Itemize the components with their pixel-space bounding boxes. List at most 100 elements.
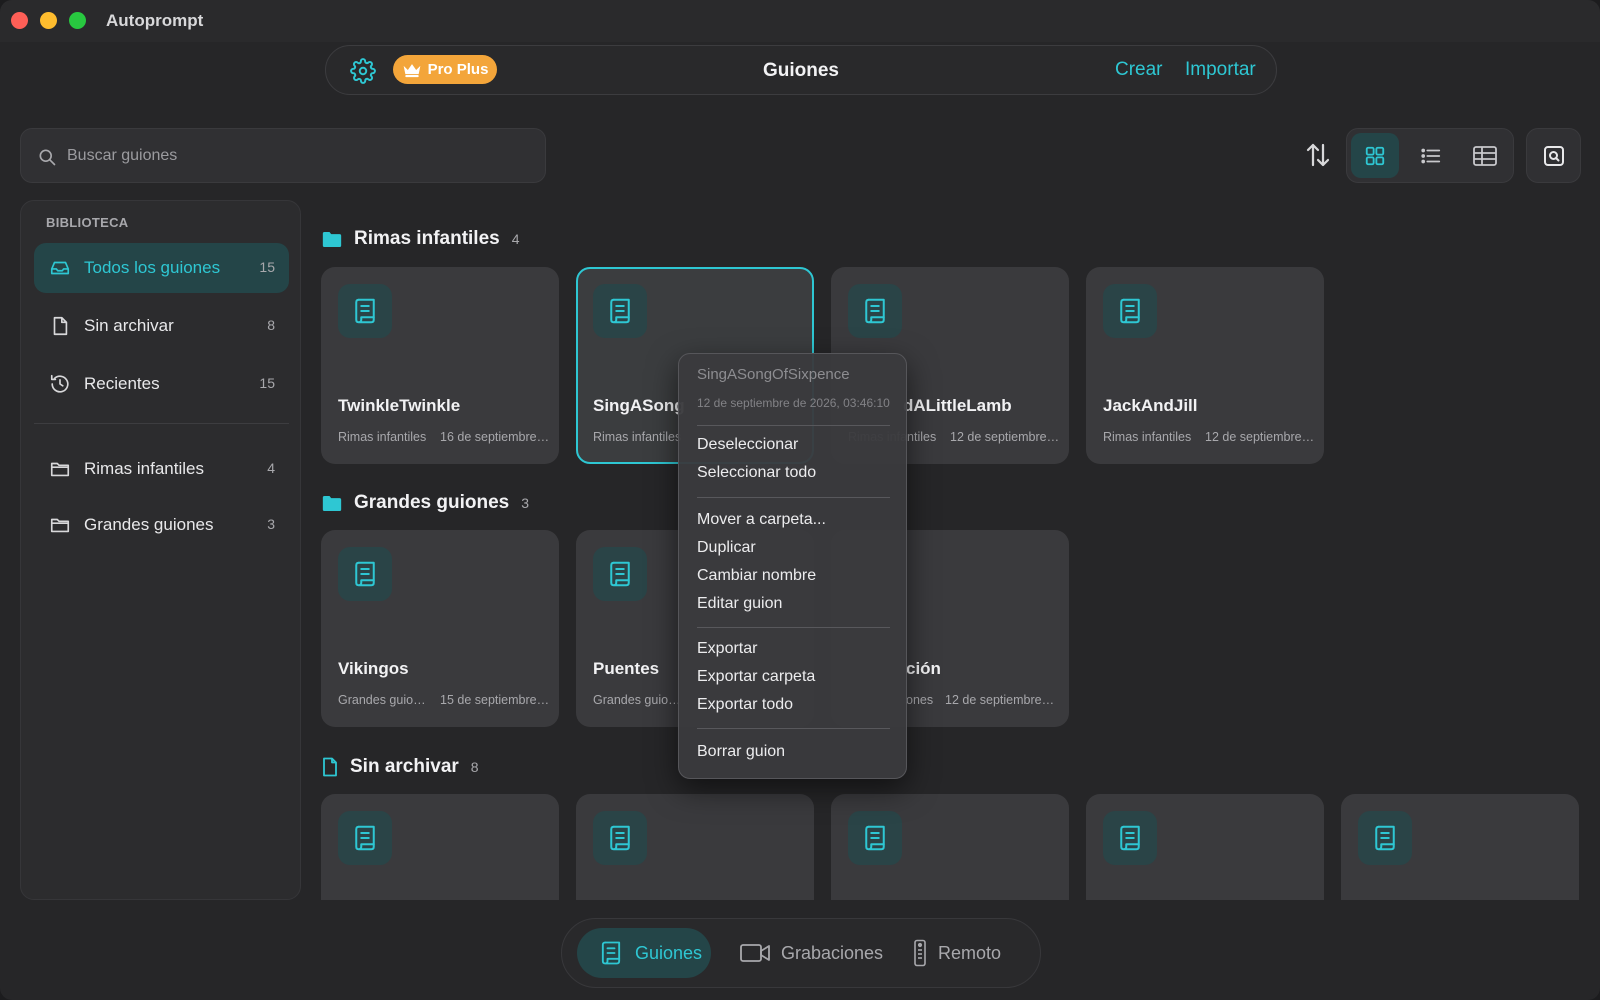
menu-item-edit-script[interactable]: Editar guion — [697, 595, 782, 613]
bottom-tab-bar: Guiones Grabaciones Remoto — [561, 918, 1041, 988]
folder-icon — [50, 462, 70, 477]
script-icon-box — [1103, 811, 1157, 865]
script-card[interactable] — [321, 794, 559, 900]
script-icon-box — [593, 547, 647, 601]
tab-label: Grabaciones — [781, 942, 884, 963]
folder-icon — [50, 518, 70, 533]
import-button[interactable]: Importar — [1185, 59, 1256, 81]
script-icon — [610, 298, 630, 324]
list-icon — [1421, 148, 1441, 163]
create-button[interactable]: Crear — [1115, 59, 1163, 81]
section-title: Grandes guiones — [354, 492, 510, 513]
card-folder: Rimas infantiles — [1103, 430, 1192, 444]
script-card[interactable] — [1086, 794, 1324, 900]
tab-scripts[interactable]: Guiones — [577, 928, 711, 978]
menu-item-export-folder[interactable]: Exportar carpeta — [697, 668, 815, 686]
script-icon-box — [338, 284, 392, 338]
window-title: Autoprompt — [106, 11, 204, 30]
card-title: ción — [906, 659, 941, 678]
quick-look-button[interactable] — [1526, 128, 1581, 183]
tab-remote[interactable]: Remoto — [912, 928, 1022, 978]
folder-icon — [322, 495, 342, 511]
card-title: JackAndJill — [1103, 396, 1198, 415]
menu-item-select-all[interactable]: Seleccionar todo — [697, 464, 816, 482]
card-folder: ones — [906, 693, 934, 707]
script-icon-box — [593, 811, 647, 865]
table-view-button[interactable] — [1461, 133, 1509, 178]
section-count: 4 — [511, 231, 520, 247]
sidebar-divider — [34, 423, 289, 424]
section-header-unfiled: Sin archivar 8 — [322, 756, 479, 778]
card-folder: Rimas infantiles — [338, 430, 427, 444]
sidebar-folder-nursery-rhymes[interactable]: Rimas infantiles 4 — [34, 444, 289, 494]
zoom-window-button[interactable] — [69, 12, 86, 29]
context-menu-title: SingASongOfSixpence — [697, 366, 850, 383]
sidebar-item-label: Sin archivar — [84, 316, 174, 335]
menu-item-export[interactable]: Exportar — [697, 640, 757, 658]
sidebar-item-all-scripts[interactable]: Todos los guiones 15 — [34, 243, 289, 293]
script-card[interactable]: TwinkleTwinkle Rimas infantiles 16 de se… — [321, 267, 559, 464]
section-count: 3 — [521, 495, 529, 511]
menu-item-rename[interactable]: Cambiar nombre — [697, 567, 816, 585]
grid-view-button[interactable] — [1351, 133, 1399, 178]
script-icon-box — [848, 284, 902, 338]
card-title: dALittleLamb — [903, 396, 1012, 415]
menu-item-deselect[interactable]: Deseleccionar — [697, 436, 798, 454]
context-menu-subtitle: 12 de septiembre de 2026, 03:46:10 — [697, 396, 890, 410]
list-view-button[interactable] — [1407, 133, 1455, 178]
script-card[interactable]: JackAndJill Rimas infantiles 12 de septi… — [1086, 267, 1324, 464]
script-card[interactable] — [831, 794, 1069, 900]
context-menu: SingASongOfSixpence 12 de septiembre de … — [678, 353, 907, 779]
script-icon — [610, 561, 630, 587]
script-card[interactable] — [576, 794, 814, 900]
script-icon-box — [1103, 284, 1157, 338]
sort-button[interactable] — [1303, 140, 1333, 170]
card-folder: Rimas infantiles — [593, 430, 682, 444]
quick-look-icon — [1543, 145, 1564, 166]
view-mode-switcher — [1346, 128, 1514, 183]
script-card[interactable]: Vikingos Grandes guiones 15 de septiembr… — [321, 530, 559, 727]
sidebar-item-label: Recientes — [84, 374, 160, 393]
sidebar-item-recent[interactable]: Recientes 15 — [34, 359, 289, 409]
sidebar-item-count: 3 — [267, 516, 275, 532]
sidebar-item-label: Todos los guiones — [84, 258, 221, 277]
search-input[interactable] — [67, 129, 537, 182]
card-date: 16 de septiembre de 2026 — [440, 430, 552, 444]
card-title: Vikingos — [338, 659, 409, 678]
sidebar-item-label: Rimas infantiles — [84, 459, 204, 478]
menu-separator — [697, 627, 890, 628]
sidebar-item-count: 8 — [267, 317, 275, 333]
search-box — [20, 128, 546, 183]
sidebar-item-count: 4 — [267, 460, 275, 476]
menu-item-move-to-folder[interactable]: Mover a carpeta... — [697, 511, 826, 529]
card-folder: Grandes guiones — [593, 693, 685, 707]
sidebar: BIBLIOTECA Todos los guiones 15 Sin arch… — [20, 200, 301, 900]
table-icon — [1473, 145, 1497, 166]
card-folder: Grandes guiones — [338, 693, 430, 707]
script-icon-box — [848, 811, 902, 865]
tab-recordings[interactable]: Grabaciones — [739, 928, 889, 978]
script-icon — [1120, 825, 1140, 851]
minimize-window-button[interactable] — [40, 12, 57, 29]
close-window-button[interactable] — [11, 12, 28, 29]
script-icon — [355, 298, 375, 324]
section-title: Rimas infantiles — [354, 228, 500, 249]
menu-separator — [697, 728, 890, 729]
script-icon — [355, 561, 375, 587]
section-title: Sin archivar — [350, 756, 459, 777]
tab-label: Guiones — [635, 942, 703, 963]
menu-item-export-all[interactable]: Exportar todo — [697, 696, 793, 714]
script-icon-box — [338, 547, 392, 601]
sidebar-item-count: 15 — [259, 375, 275, 391]
script-icon — [610, 825, 630, 851]
script-card[interactable] — [1341, 794, 1579, 900]
history-icon — [50, 374, 69, 393]
script-icon-box — [338, 811, 392, 865]
script-icon — [865, 825, 885, 851]
sidebar-folder-great-scripts[interactable]: Grandes guiones 3 — [34, 500, 289, 550]
menu-item-duplicate[interactable]: Duplicar — [697, 539, 756, 557]
top-toolbar: Pro Plus Guiones Crear Importar — [325, 45, 1277, 95]
sidebar-item-unfiled[interactable]: Sin archivar 8 — [34, 301, 289, 351]
grid-icon — [1365, 146, 1385, 165]
menu-item-delete-script[interactable]: Borrar guion — [697, 743, 785, 761]
